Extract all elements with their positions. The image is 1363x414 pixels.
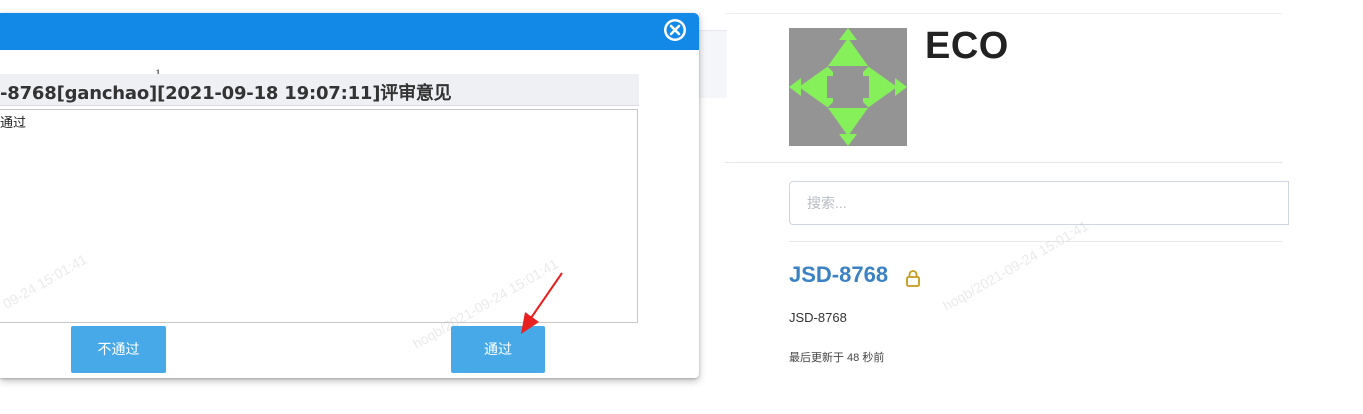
last-updated-text: 最后更新于 48 秒前 [789,352,885,364]
review-header: -8768[ganchao][2021-09-18 19:07:11]评审意见 [0,74,639,106]
review-title: -8768[ganchao][2021-09-18 19:07:11]评审意见 [0,83,452,104]
background-panel-strip [699,30,727,98]
divider [725,162,1282,163]
project-avatar [789,28,907,146]
search-input[interactable] [789,181,1289,225]
project-title: ECO [925,25,1009,67]
item-subtitle: JSD-8768 [789,310,847,325]
close-icon[interactable] [662,17,688,43]
red-arrow-annotation [521,272,563,334]
watermark: hoqb/2021-09-24 15:01:41 [940,217,1091,314]
reject-button[interactable]: 不通过 [71,326,166,373]
divider [789,241,1282,242]
review-comment-text: 通过 [0,115,27,130]
review-dialog: 1 -8768[ganchao][2021-09-18 19:07:11]评审意… [0,13,699,378]
item-title-link[interactable]: JSD-8768 [789,262,888,288]
dialog-titlebar [0,13,699,50]
divider [725,13,1282,14]
lock-icon [906,270,920,287]
